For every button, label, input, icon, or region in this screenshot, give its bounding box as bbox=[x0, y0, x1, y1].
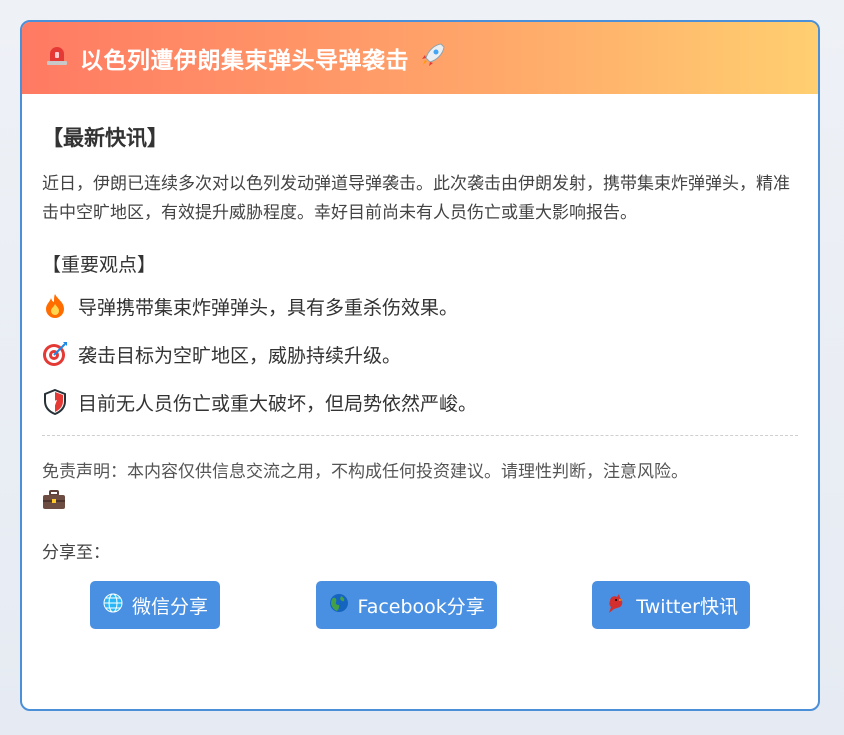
point-item: 袭击目标为空旷地区，威胁持续升级。 bbox=[42, 339, 798, 369]
wechat-share-button[interactable]: 微信分享 bbox=[90, 581, 221, 629]
wechat-share-label: 微信分享 bbox=[132, 595, 209, 618]
page-title: 以色列遭伊朗集束弹头导弹袭击 bbox=[80, 48, 409, 74]
target-icon bbox=[42, 341, 68, 367]
divider bbox=[42, 435, 798, 436]
share-label: 分享至： bbox=[42, 543, 110, 563]
disclaimer: 免责声明：本内容仅供信息交流之用，不构成任何投资建议。请理性判断，注意风险。 bbox=[42, 458, 798, 514]
twitter-share-button[interactable]: Twitter快讯 bbox=[592, 581, 750, 629]
share-buttons: 微信分享 Facebook分享 Twitter快讯 bbox=[42, 581, 798, 629]
news-heading: 【最新快讯】 bbox=[42, 126, 168, 150]
globe-icon bbox=[102, 592, 124, 619]
facebook-share-button[interactable]: Facebook分享 bbox=[315, 581, 497, 629]
fire-icon bbox=[42, 293, 68, 319]
siren-icon bbox=[44, 43, 70, 73]
news-body: 近日，伊朗已连续多次对以色列发动弹道导弹袭击。此次袭击由伊朗发射，携带集束炸弹弹… bbox=[42, 174, 790, 223]
point-item: 导弹携带集束炸弹弹头，具有多重杀伤效果。 bbox=[42, 291, 798, 321]
points-heading: 【重要观点】 bbox=[42, 254, 157, 276]
disclaimer-text: 免责声明：本内容仅供信息交流之用，不构成任何投资建议。请理性判断，注意风险。 bbox=[42, 462, 688, 482]
earth-icon bbox=[328, 592, 350, 619]
shield-icon bbox=[42, 389, 68, 415]
card-header: 以色列遭伊朗集束弹头导弹袭击 bbox=[22, 22, 818, 94]
point-text: 导弹携带集束炸弹弹头，具有多重杀伤效果。 bbox=[78, 296, 459, 319]
twitter-share-label: Twitter快讯 bbox=[636, 595, 738, 618]
facebook-share-label: Facebook分享 bbox=[357, 595, 485, 618]
point-text: 袭击目标为空旷地区，威胁持续升级。 bbox=[78, 344, 402, 367]
bird-icon bbox=[604, 591, 628, 620]
news-card: 以色列遭伊朗集束弹头导弹袭击 【最新快讯】 近日，伊朗已连续多次对以色列发动弹道… bbox=[20, 20, 820, 711]
rocket-icon bbox=[419, 41, 447, 75]
card-content: 【最新快讯】 近日，伊朗已连续多次对以色列发动弹道导弹袭击。此次袭击由伊朗发射，… bbox=[22, 94, 818, 629]
point-item: 目前无人员伤亡或重大破坏，但局势依然严峻。 bbox=[42, 387, 798, 417]
briefcase-icon bbox=[42, 486, 66, 514]
header-title-row: 以色列遭伊朗集束弹头导弹袭击 bbox=[44, 41, 447, 75]
point-text: 目前无人员伤亡或重大破坏，但局势依然严峻。 bbox=[78, 392, 478, 415]
